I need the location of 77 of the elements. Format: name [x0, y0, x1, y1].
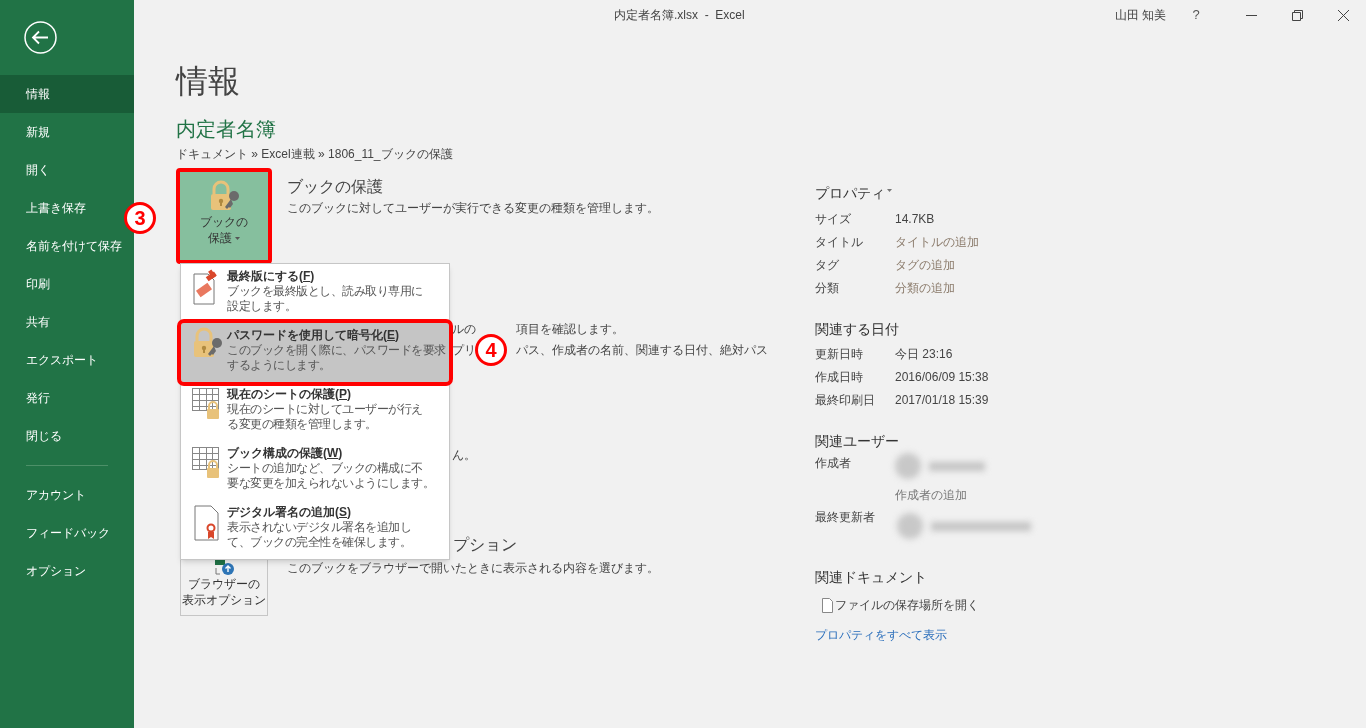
sidebar-item[interactable]: 共有 [0, 303, 54, 341]
property-label: 最終印刷日 [815, 391, 876, 409]
sidebar-item[interactable]: エクスポート [0, 341, 102, 379]
section-description: このブックに対してユーザーが実行できる変更の種類を管理します。 [287, 200, 659, 216]
document-icon [822, 597, 833, 613]
show-all-properties-link[interactable]: プロパティをすべて表示 [815, 628, 947, 642]
property-label: 最終更新者 [815, 509, 875, 526]
sidebar-item[interactable]: フィードバック [0, 514, 114, 552]
sidebar-item[interactable]: 名前を付けて保存 [0, 227, 126, 265]
sidebar-item[interactable]: 発行 [0, 379, 54, 417]
open-file-location-link[interactable]: ファイルの保存場所を開く [835, 596, 979, 614]
property-label: 分類 [815, 279, 840, 297]
section-title: ブックの保護 [287, 177, 383, 197]
sidebar-item[interactable]: 開く [0, 151, 54, 189]
help-button[interactable]: ? [1184, 0, 1208, 30]
sidebar-item[interactable]: 新規 [0, 113, 54, 151]
property-label: 更新日時 [815, 345, 864, 363]
property-value[interactable]: タグの追加 [895, 255, 955, 274]
section-description: このブックをブラウザーで開いたときに表示される内容を選びます。 [287, 560, 659, 576]
panel-heading: プロパティ [815, 184, 885, 203]
breadcrumb: ドキュメント » Excel連載 » 1806_11_ブックの保護 [176, 146, 453, 162]
caret-icon [235, 237, 240, 241]
property-value: 今日 23:16 [895, 345, 953, 363]
property-value: 2017/01/18 15:39 [895, 391, 989, 409]
certificate-icon [192, 504, 222, 542]
sidebar-item[interactable]: アカウント [0, 476, 90, 514]
menu-item-description: 現在のシートに対してユーザーが行え [227, 402, 423, 417]
sidebar-item[interactable]: 情報 [0, 75, 134, 113]
description-fragment: プリ [452, 342, 476, 358]
page-title: 情報 [176, 63, 241, 99]
property-label: サイズ [815, 210, 852, 228]
menu-item-description: る変更の種類を管理します。 [227, 417, 377, 432]
window-title: 内定者名簿.xlsx - Excel [614, 7, 745, 24]
menu-item-title: 現在のシートの保護(P) [227, 386, 352, 402]
description-fragment: ルの [452, 321, 476, 337]
menu-item-title: 最終版にする(F) [227, 268, 316, 284]
property-label: タグ [815, 256, 840, 274]
sidebar-item[interactable]: 印刷 [0, 265, 54, 303]
menu-item-title: ブック構成の保護(W) [227, 445, 344, 461]
property-label: 作成者 [815, 455, 851, 472]
menu-item-description: 設定します。 [227, 299, 296, 314]
panel-heading: 関連ドキュメント [815, 568, 927, 587]
add-author-link[interactable]: 作成者の追加 [895, 488, 967, 502]
sidebar-item[interactable]: 上書き保存 [0, 189, 90, 227]
menu-item-title: パスワードを使用して暗号化(E) [227, 327, 400, 343]
close-icon [1337, 9, 1349, 21]
step-badge: 4 [475, 334, 507, 366]
menu-item-description: するようにします。 [227, 358, 331, 373]
panel-heading: 関連ユーザー [815, 432, 899, 451]
property-value[interactable]: 分類の追加 [895, 278, 955, 297]
protect-workbook-button[interactable]: ブックの 保護 [180, 172, 268, 260]
menu-item[interactable]: ブック構成の保護(W) シートの追加など、ブックの構成に不 要な変更を加えられないようにします。 [181, 441, 449, 500]
sidebar-item[interactable]: 閉じる [0, 417, 66, 455]
property-value: 14.7KB [895, 210, 935, 228]
menu-item-description: 要な変更を加えられないようにします。 [227, 476, 434, 491]
step-badge: 3 [124, 202, 156, 234]
dropdown-caret-icon[interactable] [887, 188, 892, 192]
restore-icon [1291, 9, 1303, 21]
menu-item[interactable]: 最終版にする(F) ブックを最終版とし、読み取り専用に 設定します。 [181, 264, 449, 323]
description-fragment: パス、作成者の名前、関連する日付、絶対パス [516, 342, 768, 358]
sidebar-item[interactable]: オプション [0, 552, 90, 590]
property-label: タイトル [815, 233, 864, 251]
menu-item-title: デジタル署名の追加(S) [227, 504, 352, 520]
menu-item-description: シートの追加など、ブックの構成に不 [227, 461, 423, 476]
menu-item-description: ブックを最終版とし、読み取り専用に [227, 284, 423, 299]
menu-item[interactable]: 現在のシートの保護(P) 現在のシートに対してユーザーが行え る変更の種類を管理します。 [181, 382, 449, 441]
user-name[interactable]: 山田 知美 [1114, 6, 1166, 24]
back-icon[interactable] [24, 21, 57, 54]
document-name: 内定者名簿 [176, 117, 276, 142]
section-title-fragment: プション [453, 535, 517, 555]
description-fragment: ん。 [452, 448, 476, 462]
description-fragment: 項目を確認します。 [516, 321, 624, 337]
menu-item-description: このブックを開く際に、パスワードを要求 [227, 343, 446, 358]
panel-heading: 関連する日付 [815, 320, 899, 339]
property-value[interactable]: タイトルの追加 [895, 232, 979, 251]
property-value: 2016/06/09 15:38 [895, 368, 989, 386]
property-label: 作成日時 [815, 368, 864, 386]
